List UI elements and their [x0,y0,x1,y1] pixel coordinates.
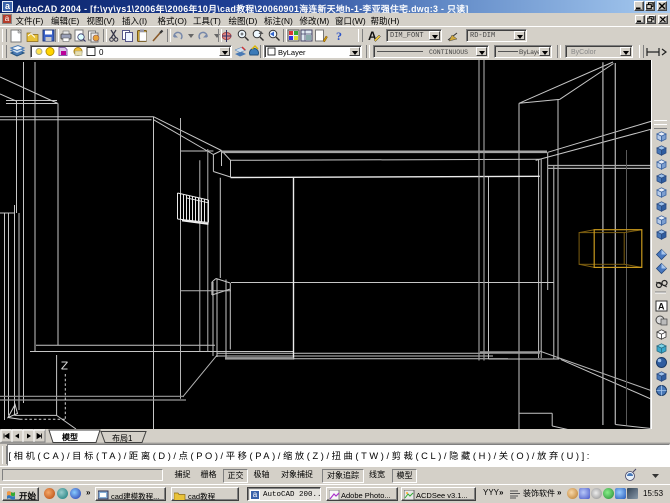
svg-text:?: ? [336,29,342,43]
svg-text:A: A [658,302,665,312]
